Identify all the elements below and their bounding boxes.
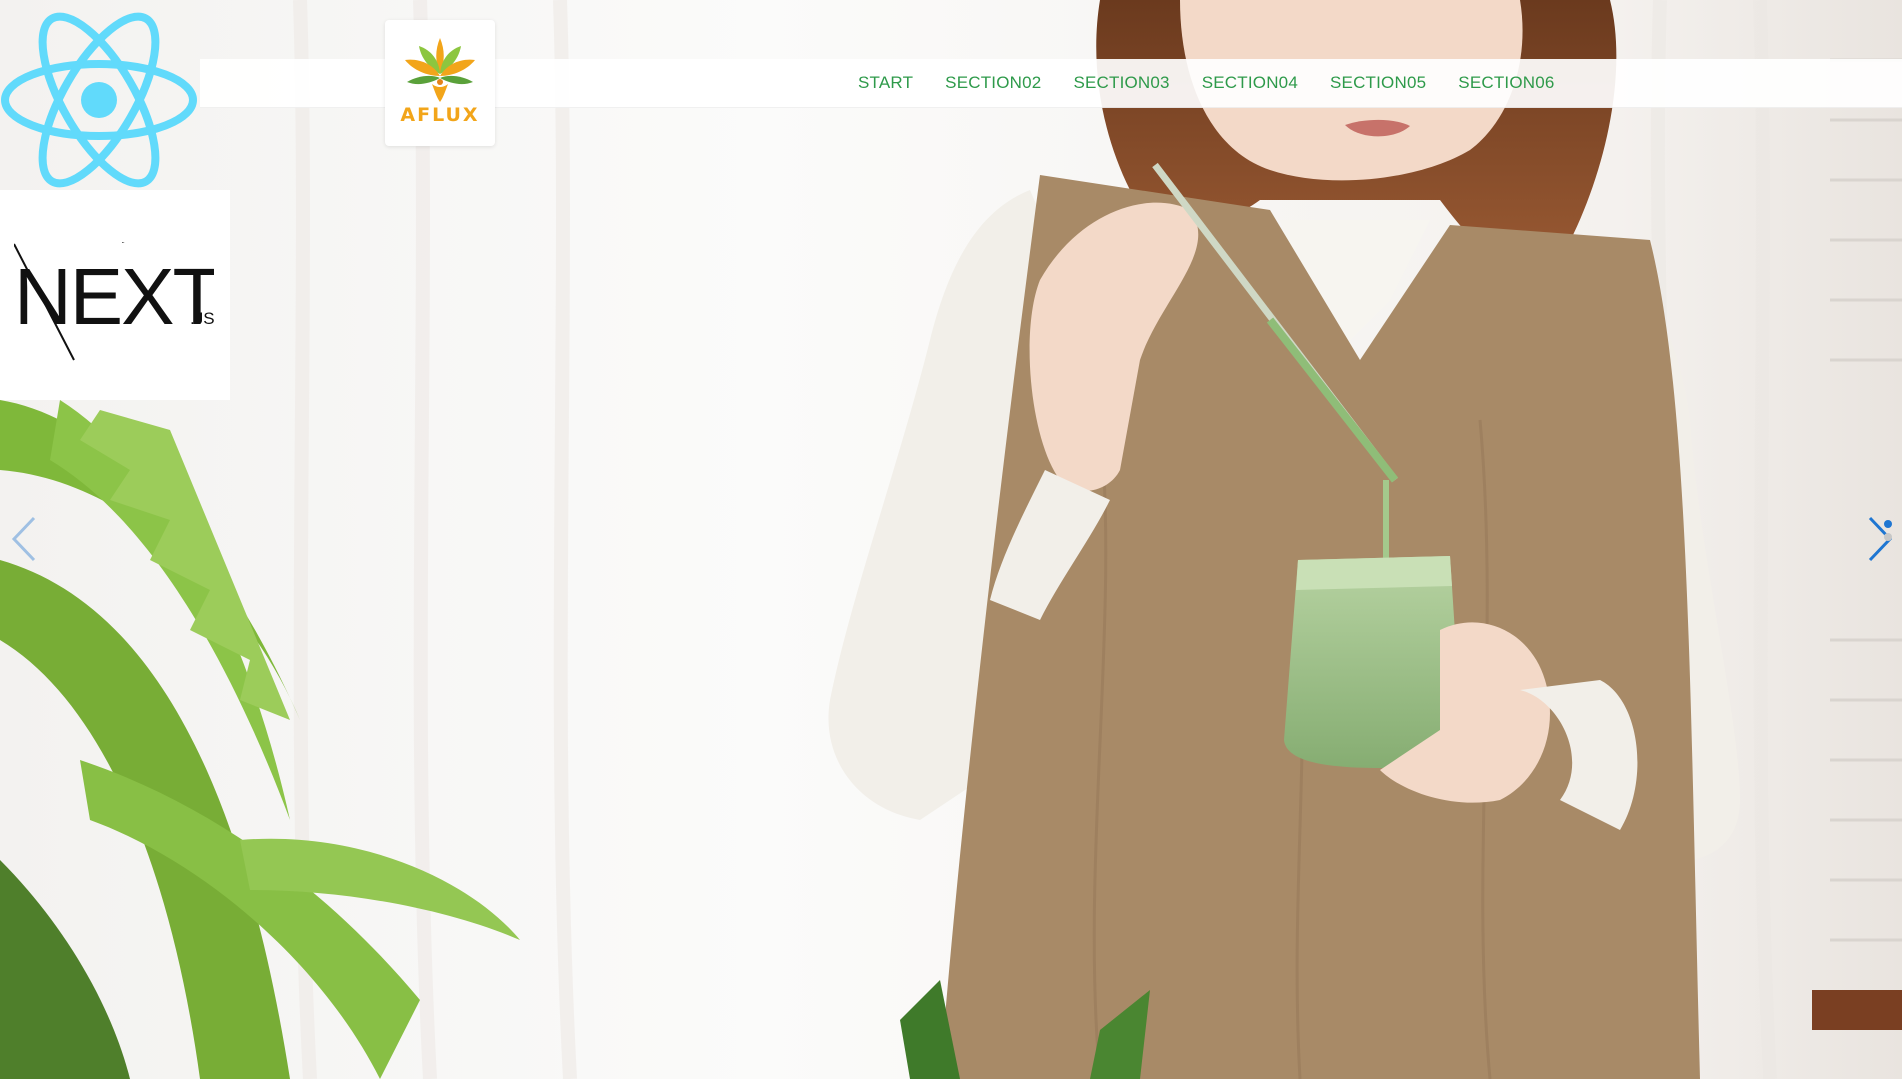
main-nav: START SECTION02 SECTION03 SECTION04 SECT… bbox=[858, 59, 1555, 107]
nav-item-section04[interactable]: SECTION04 bbox=[1202, 73, 1298, 93]
carousel-dot[interactable] bbox=[1884, 520, 1892, 528]
brand-logo[interactable]: AFLUX bbox=[385, 20, 495, 146]
chevron-left-icon bbox=[11, 516, 36, 562]
nextjs-wordmark: NEXT bbox=[14, 252, 214, 341]
brand-name: AFLUX bbox=[400, 104, 480, 126]
nextjs-logo: NEXT .JS bbox=[14, 242, 214, 361]
nav-item-section06[interactable]: SECTION06 bbox=[1458, 73, 1554, 93]
nav-item-section02[interactable]: SECTION02 bbox=[945, 73, 1041, 93]
nextjs-logo-panel: NEXT .JS bbox=[0, 190, 230, 400]
react-logo bbox=[1, 12, 197, 188]
carousel-dot[interactable] bbox=[1884, 533, 1892, 541]
nav-item-section05[interactable]: SECTION05 bbox=[1330, 73, 1426, 93]
nav-item-section03[interactable]: SECTION03 bbox=[1073, 73, 1169, 93]
lotus-flower-icon bbox=[405, 38, 475, 102]
page: NEXT .JS AFLUX START SECTION02 SECTION03… bbox=[0, 0, 1902, 1079]
carousel-prev-button[interactable] bbox=[8, 514, 42, 564]
hero-image bbox=[0, 0, 1902, 1079]
hero-slide bbox=[0, 0, 1902, 1079]
nextjs-suffix: .JS bbox=[190, 309, 214, 328]
carousel-pagination bbox=[1884, 520, 1896, 541]
nav-item-start[interactable]: START bbox=[858, 73, 913, 93]
